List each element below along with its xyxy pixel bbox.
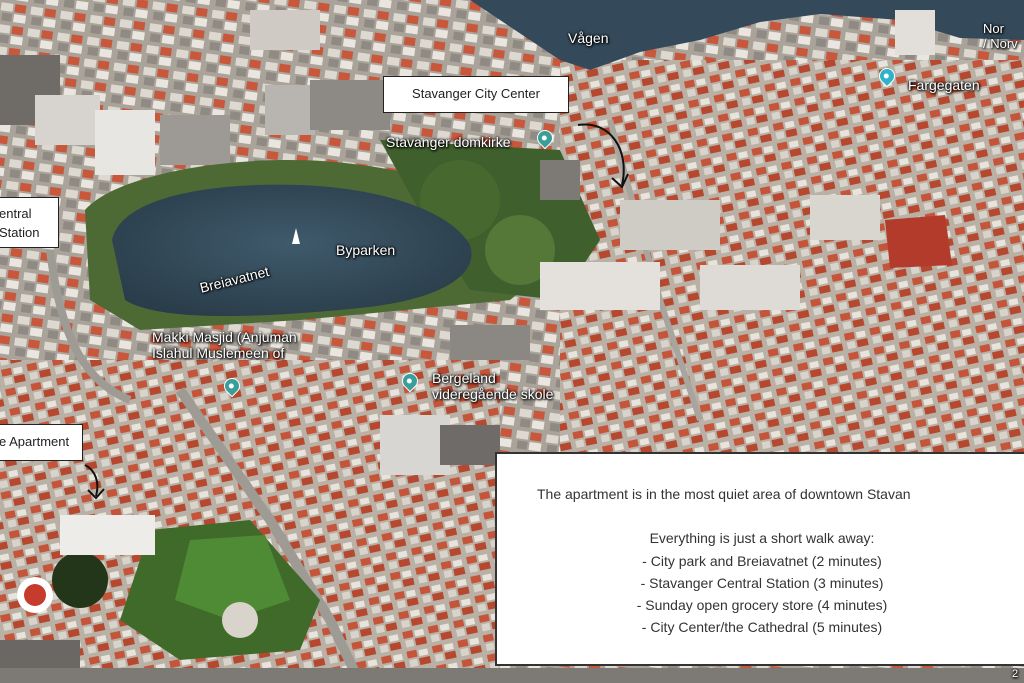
map-label-domkirke: Stavanger domkirke [386, 134, 511, 150]
info-item: - Sunday open grocery store (4 minutes) [636, 597, 888, 613]
map-label-fargegaten: Fargegaten [908, 77, 980, 93]
map-label-byparken: Byparken [336, 242, 396, 258]
callout-central-station: entral Station [0, 197, 59, 248]
info-headline: The apartment is in the most quiet area … [537, 486, 911, 502]
info-panel: The apartment is in the most quiet area … [495, 452, 1024, 666]
info-intro: Everything is just a short walk away: [649, 530, 875, 546]
map-label-vagen: Vågen [568, 30, 609, 46]
info-item: - City park and Breiavatnet (2 minutes) [642, 553, 882, 569]
map-label-norway: Nor / Norv [983, 21, 1018, 51]
info-item: - Stavanger Central Station (3 minutes) [640, 575, 884, 591]
info-item: - City Center/the Cathedral (5 minutes) [641, 619, 883, 635]
corner-text: 2 [1012, 668, 1019, 680]
callout-city-center: Stavanger City Center [383, 76, 569, 113]
callout-apartment: e Apartment [0, 424, 83, 461]
map-label-makki-masjid: Makki Masjid (Anjuman Islahul Muslemeen … [152, 329, 297, 362]
map-label-bergeland: Bergeland videregående skole [432, 370, 554, 403]
